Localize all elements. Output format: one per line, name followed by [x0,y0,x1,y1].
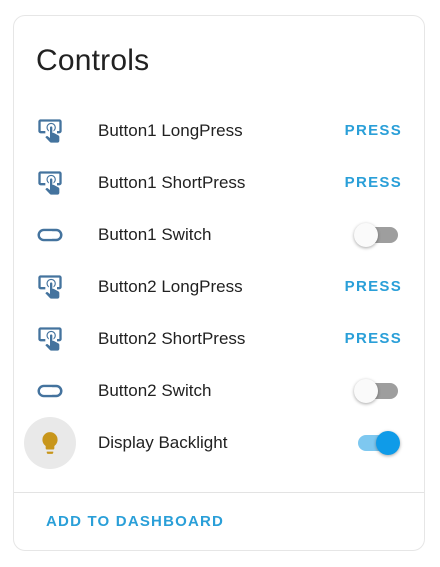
entity-label: Button2 LongPress [98,277,243,296]
entity-label: Button2 ShortPress [98,329,246,348]
entity-row-button1-shortpress[interactable]: Button1 ShortPress PRESS [14,157,424,209]
toggle-switch[interactable] [354,379,398,403]
toggle-switch[interactable] [354,223,398,247]
entity-label: Button1 LongPress [98,121,243,140]
toggle-knob [354,379,378,403]
entity-row-button2-shortpress[interactable]: Button2 ShortPress PRESS [14,313,424,365]
entity-label: Button1 Switch [98,225,212,244]
toggle-switch-icon [24,365,76,417]
press-button[interactable]: PRESS [345,273,402,301]
press-button[interactable]: PRESS [345,325,402,353]
gesture-tap-button-icon [24,105,76,157]
entity-row-button2-longpress[interactable]: Button2 LongPress PRESS [14,261,424,313]
card-divider [14,492,424,493]
entity-row-button1-switch[interactable]: Button1 Switch [14,209,424,261]
press-button[interactable]: PRESS [345,169,402,197]
gesture-tap-button-icon [24,313,76,365]
entity-row-display-backlight[interactable]: Display Backlight [14,417,424,469]
gesture-tap-button-icon [24,261,76,313]
lightbulb-icon[interactable] [24,417,76,469]
entity-row-button2-switch[interactable]: Button2 Switch [14,365,424,417]
toggle-knob [376,431,400,455]
entity-label: Button2 Switch [98,381,212,400]
toggle-switch[interactable] [354,431,400,455]
toggle-switch-icon [24,209,76,261]
press-button[interactable]: PRESS [345,117,402,145]
card-title: Controls [36,44,150,77]
entity-label: Button1 ShortPress [98,173,246,192]
entity-label: Display Backlight [98,433,228,452]
entity-row-button1-longpress[interactable]: Button1 LongPress PRESS [14,105,424,157]
toggle-knob [354,223,378,247]
gesture-tap-button-icon [24,157,76,209]
controls-card: Controls Button1 LongPress PRESS Button1… [13,15,425,551]
add-to-dashboard-button[interactable]: ADD TO DASHBOARD [46,513,224,530]
